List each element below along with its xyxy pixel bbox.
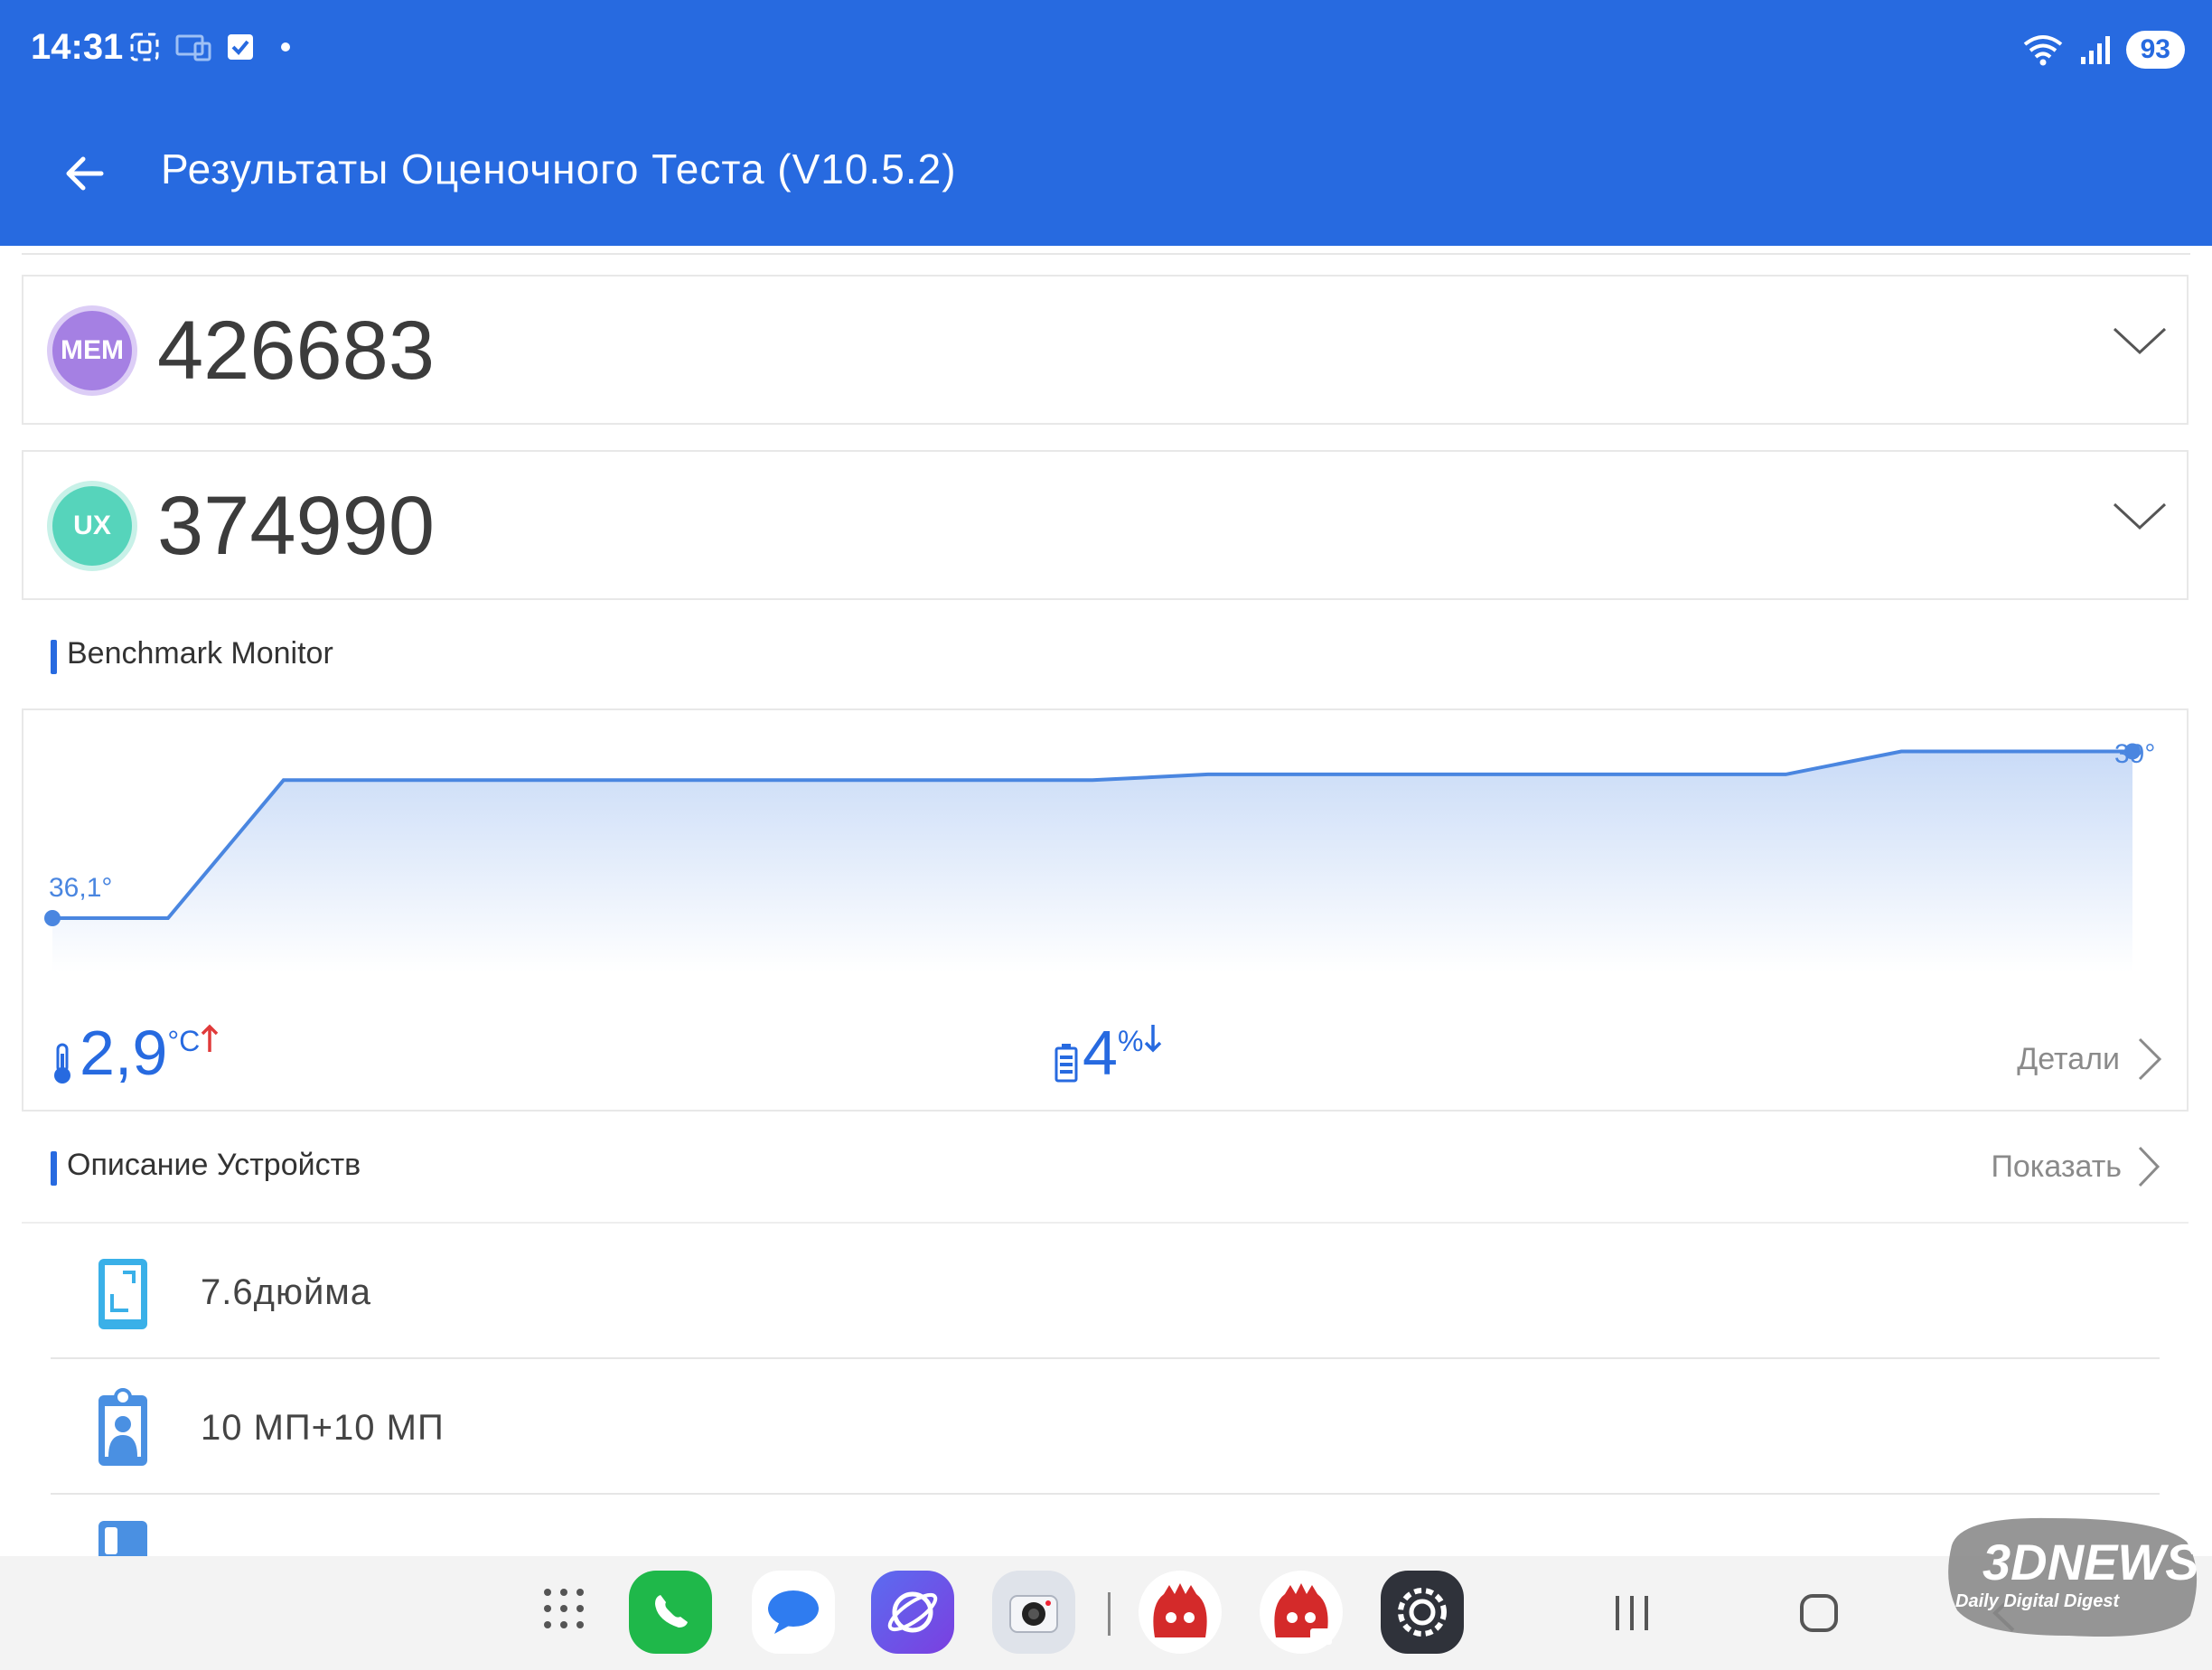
phone-icon[interactable] bbox=[629, 1571, 712, 1654]
cast-icon bbox=[175, 34, 211, 61]
camera-icon[interactable] bbox=[992, 1571, 1075, 1654]
arrow-up-icon bbox=[201, 1024, 219, 1052]
signal-icon bbox=[2080, 36, 2110, 64]
mem-score-card[interactable]: MEM 426683 bbox=[22, 275, 2189, 425]
list-item: 10 МП+10 МП bbox=[51, 1359, 2160, 1495]
messages-icon[interactable] bbox=[752, 1571, 835, 1654]
watermark-brand: 3DNEWS bbox=[1982, 1534, 2199, 1590]
ux-score-value: 374990 bbox=[157, 480, 435, 572]
front-camera-spec: 10 МП+10 МП bbox=[201, 1408, 445, 1448]
status-icons-right: 93 bbox=[2021, 31, 2185, 69]
page-title: Результаты Оценочного Теста (V10.5.2) bbox=[161, 145, 957, 192]
device-description-title: Описание Устройств bbox=[51, 1148, 361, 1186]
home-button[interactable] bbox=[1798, 1592, 1840, 1634]
taskbar-divider bbox=[1108, 1592, 1111, 1636]
chart-start-point bbox=[44, 910, 61, 926]
watermark-tagline: Daily Digital Digest bbox=[1955, 1591, 2120, 1611]
temperature-unit: °C bbox=[167, 1025, 201, 1057]
battery-unit: % bbox=[1117, 1025, 1144, 1057]
list-item: 7.6дюйма bbox=[51, 1224, 2160, 1359]
screen-size: 7.6дюйма bbox=[201, 1272, 372, 1312]
ux-score-card[interactable]: UX 374990 bbox=[22, 450, 2189, 600]
mem-badge: MEM bbox=[47, 305, 137, 396]
benchmark-monitor-title: Benchmark Monitor bbox=[51, 636, 333, 674]
taskbar bbox=[0, 1556, 2212, 1670]
front-camera-icon bbox=[98, 1388, 147, 1466]
apps-grid-icon[interactable] bbox=[542, 1587, 586, 1630]
dot-icon bbox=[281, 42, 290, 52]
thermometer-icon bbox=[54, 1043, 70, 1084]
chevron-down-icon[interactable] bbox=[2111, 499, 2169, 535]
benchmark-monitor-card: 36,1° 39° 2,9 °C 4 % Детали bbox=[22, 708, 2189, 1112]
chevron-down-icon[interactable] bbox=[2111, 324, 2169, 360]
battery-indicator: 93 bbox=[2125, 31, 2185, 69]
chart-end-label: 39° bbox=[2114, 739, 2155, 769]
chevron-right-icon bbox=[2138, 1146, 2160, 1187]
status-icons-left bbox=[128, 31, 295, 63]
ux-badge: UX bbox=[47, 481, 137, 571]
temperature-chart: 36,1° 39° bbox=[44, 739, 2155, 972]
settings-icon[interactable] bbox=[1381, 1571, 1464, 1654]
screenshot-icon bbox=[130, 33, 159, 61]
wifi-icon bbox=[2023, 35, 2062, 66]
mem-score-value: 426683 bbox=[157, 305, 435, 397]
arrow-down-icon bbox=[1145, 1025, 1162, 1053]
battery-value: 4 bbox=[1083, 1018, 1118, 1088]
status-time: 14:31 bbox=[31, 27, 124, 67]
show-label: Показать bbox=[1991, 1149, 2122, 1184]
details-label: Детали bbox=[2017, 1041, 2120, 1076]
chevron-right-icon bbox=[2138, 1037, 2162, 1081]
details-link[interactable]: Детали bbox=[2017, 1036, 2163, 1083]
device-list: 7.6дюйма 10 МП+10 МП bbox=[22, 1222, 2189, 1591]
3dnews-watermark: 3DNEWS Daily Digital Digest bbox=[1948, 1517, 2199, 1637]
recents-button[interactable] bbox=[1612, 1592, 1652, 1634]
show-device-link[interactable]: Показать bbox=[1991, 1144, 2161, 1189]
battery-icon bbox=[1054, 1044, 1078, 1083]
checkbox-icon bbox=[228, 34, 253, 60]
temperature-value: 2,9 bbox=[80, 1018, 168, 1088]
back-arrow-icon[interactable] bbox=[60, 148, 110, 199]
divider bbox=[22, 246, 2190, 255]
antutu-3d-icon[interactable] bbox=[1260, 1571, 1343, 1654]
temperature-delta: 2,9 °C bbox=[49, 1021, 220, 1086]
chart-area-fill bbox=[52, 751, 2132, 972]
antutu-icon[interactable] bbox=[1139, 1571, 1222, 1654]
browser-icon[interactable] bbox=[871, 1571, 954, 1654]
screen-icon bbox=[98, 1259, 147, 1329]
app-header: 14:31 93 Результаты Оценочного Теста (V1… bbox=[0, 0, 2212, 246]
chart-start-label: 36,1° bbox=[49, 873, 112, 903]
battery-delta: 4 % bbox=[1054, 1021, 1163, 1084]
